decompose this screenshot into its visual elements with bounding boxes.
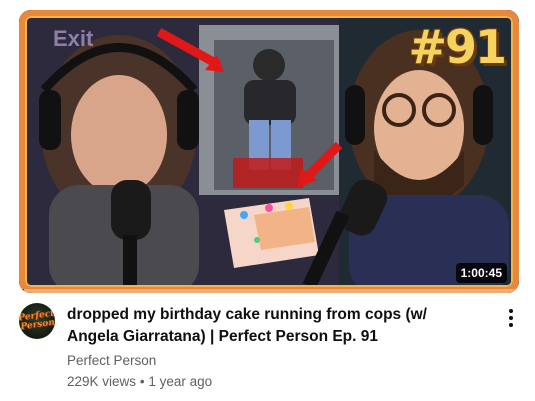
channel-avatar[interactable]: Perfect Person: [19, 303, 55, 339]
view-count: 229K views: [67, 374, 137, 389]
channel-name[interactable]: Perfect Person: [67, 353, 156, 368]
episode-badge: #91: [408, 20, 507, 74]
watch-progress-track: [19, 289, 519, 293]
video-card: Exit #91 1:00:45 Perfect Person dropped …: [0, 0, 535, 401]
video-title[interactable]: dropped my birthday cake running from co…: [67, 304, 477, 348]
exit-sign-text: Exit: [53, 26, 94, 51]
menu-dot: [509, 323, 513, 327]
watch-progress-fill: [19, 289, 24, 293]
duration-badge: 1:00:45: [455, 263, 507, 283]
menu-dot: [509, 316, 513, 320]
video-thumbnail[interactable]: Exit #91 1:00:45: [19, 10, 519, 293]
more-vert-icon[interactable]: [500, 306, 522, 330]
upload-age: 1 year ago: [148, 374, 213, 389]
menu-dot: [509, 309, 513, 313]
channel-avatar-logo: Perfect Person: [19, 308, 55, 333]
video-stats: 229K views • 1 year ago: [67, 374, 212, 389]
stats-separator: •: [139, 374, 145, 389]
